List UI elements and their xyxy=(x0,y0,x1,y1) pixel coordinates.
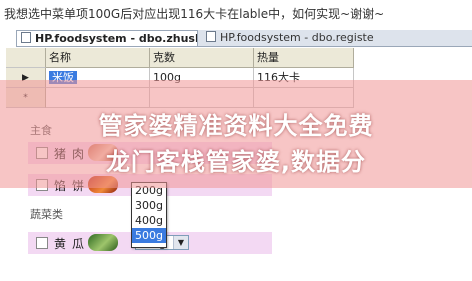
watermark-line-1: 管家婆精准资料大全免费 xyxy=(98,112,374,140)
watermark-line-2: 龙门客栈管家婆,数据分 xyxy=(105,148,367,176)
grams-dropdown-list[interactable]: 200g 300g 400g 500g xyxy=(131,182,167,248)
document-tab-bar: HP.foodsystem - dbo.zhushi HP.foodsystem… xyxy=(16,30,472,47)
cucumber-image xyxy=(88,234,118,251)
chevron-down-icon[interactable]: ▼ xyxy=(173,236,188,249)
table-doc-icon xyxy=(206,31,216,42)
dropdown-option[interactable]: 400g xyxy=(132,213,166,228)
dropdown-option-highlighted[interactable]: 500g xyxy=(132,228,166,243)
food-checkbox[interactable] xyxy=(36,237,48,249)
category-label-vegetables: 蔬菜类 xyxy=(30,208,63,221)
grid-header-row: 名称 克数 热量 xyxy=(6,48,354,68)
question-text: 我想选中菜单项100G后对应出现116大卡在lable中，如何实现~谢谢~ xyxy=(4,7,385,21)
tab-label: HP.foodsystem - dbo.zhushi xyxy=(35,32,198,45)
tab-register[interactable]: HP.foodsystem - dbo.registe xyxy=(202,30,398,46)
tab-label: HP.foodsystem - dbo.registe xyxy=(220,31,374,44)
dropdown-option[interactable]: 300g xyxy=(132,198,166,213)
column-header-name[interactable]: 名称 xyxy=(46,48,150,68)
column-header-grams[interactable]: 克数 xyxy=(150,48,254,68)
column-header-calories[interactable]: 热量 xyxy=(254,48,354,68)
row-selector-header xyxy=(6,48,46,68)
food-name: 黄瓜 xyxy=(54,237,91,251)
tab-zhushi[interactable]: HP.foodsystem - dbo.zhushi xyxy=(16,30,198,46)
watermark-banner: 管家婆精准资料大全免费 龙门客栈管家婆,数据分 xyxy=(0,80,472,188)
table-doc-icon xyxy=(21,32,31,43)
